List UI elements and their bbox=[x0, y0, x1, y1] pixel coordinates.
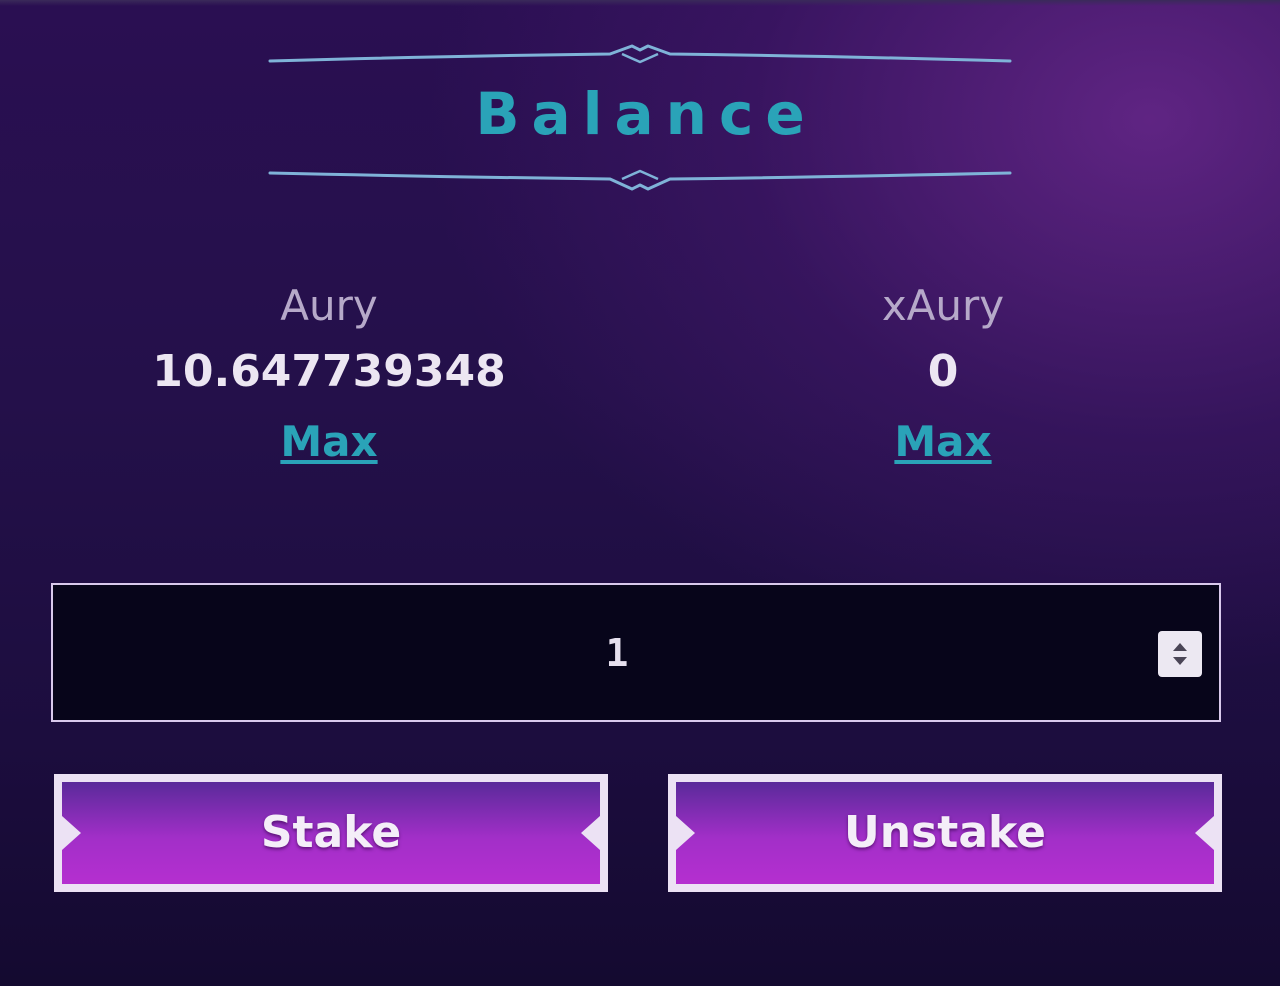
amount-input-box bbox=[51, 583, 1221, 722]
xaury-balance: xAury 0 Max bbox=[733, 275, 1153, 477]
ornate-divider-top-icon bbox=[268, 44, 1012, 64]
ornate-divider-bottom-icon bbox=[268, 169, 1012, 191]
unstake-button[interactable]: Unstake bbox=[668, 774, 1222, 892]
aury-max-link[interactable]: Max bbox=[280, 407, 377, 477]
stake-button[interactable]: Stake bbox=[54, 774, 608, 892]
page-title: Balance bbox=[475, 80, 817, 148]
balance-header: Balance bbox=[260, 30, 1020, 200]
amount-input[interactable] bbox=[53, 585, 1173, 720]
xaury-token-label: xAury bbox=[881, 281, 1005, 330]
top-edge-divider bbox=[0, 0, 1280, 6]
aury-amount: 10.647739348 bbox=[152, 346, 506, 397]
unstake-label: Unstake bbox=[844, 807, 1046, 858]
xaury-max-link[interactable]: Max bbox=[894, 407, 991, 477]
aury-token-label: Aury bbox=[280, 281, 378, 330]
stake-label: Stake bbox=[260, 807, 402, 858]
aury-balance: Aury 10.647739348 Max bbox=[119, 275, 539, 477]
xaury-amount: 0 bbox=[927, 346, 959, 397]
up-down-spinner-icon[interactable] bbox=[1158, 631, 1202, 677]
